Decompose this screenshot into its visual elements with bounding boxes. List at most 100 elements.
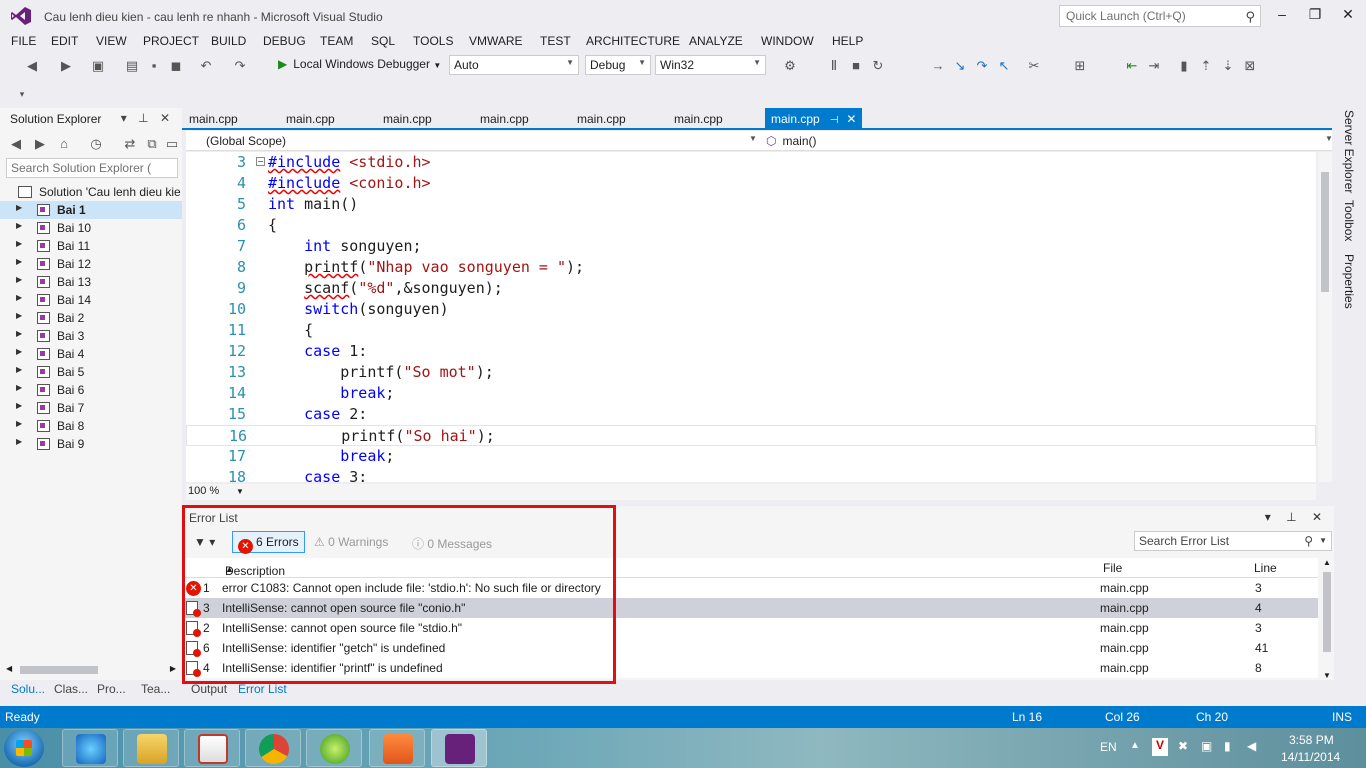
editor-vertical-scrollbar[interactable]	[1318, 152, 1332, 482]
error-search-input[interactable]: Search Error List ⚲ ▼	[1134, 531, 1332, 551]
expand-icon[interactable]: ▶	[16, 383, 22, 392]
solution-horizontal-scrollbar[interactable]: ◀ ▶	[6, 664, 176, 676]
signal-icon[interactable]: ▮	[1224, 739, 1231, 768]
expand-icon[interactable]: ▶	[16, 311, 22, 320]
scrollbar-thumb[interactable]	[1321, 172, 1329, 292]
tab-main-cpp-active[interactable]: main.cpp ⊣ ✕	[765, 108, 863, 129]
stop-icon[interactable]: ■	[848, 58, 864, 74]
save-all-icon[interactable]: ◼	[168, 58, 184, 74]
tree-project-node[interactable]: ▶ Bai 1	[0, 201, 182, 219]
forward-icon[interactable]: ▶	[58, 58, 74, 74]
tree-solution-node[interactable]: Solution 'Cau lenh dieu kie	[0, 183, 182, 201]
uncomment-icon[interactable]: ⇥	[1146, 58, 1162, 74]
menu-build[interactable]: BUILD	[211, 34, 246, 48]
properties-icon[interactable]: ▭	[164, 136, 180, 152]
antivirus-icon[interactable]: V	[1152, 738, 1168, 756]
taskbar-internet-explorer[interactable]	[62, 729, 118, 767]
platform-select[interactable]: Win32 ▼	[655, 55, 766, 75]
expand-icon[interactable]: ▶	[16, 419, 22, 428]
taskbar-visual-studio[interactable]	[431, 729, 487, 767]
step-over-icon[interactable]: ↷	[974, 58, 990, 74]
tab-server-explorer[interactable]: Server Explorer	[1342, 110, 1356, 193]
attach-process-icon[interactable]: ⚙	[782, 58, 798, 74]
show-hidden-icons-icon[interactable]: ▲	[1130, 740, 1140, 768]
tab-output[interactable]: Output	[191, 682, 227, 696]
taskbar-chrome[interactable]	[245, 729, 301, 767]
taskbar-file-explorer[interactable]	[123, 729, 179, 767]
minimize-button[interactable]: –	[1272, 6, 1292, 26]
menu-test[interactable]: TEST	[540, 34, 571, 48]
restore-button[interactable]: ❐	[1305, 6, 1325, 26]
forward-icon[interactable]: ▶	[32, 136, 48, 152]
step-into-icon[interactable]: ↘	[952, 58, 968, 74]
tree-project-node[interactable]: ▶ Bai 14	[0, 291, 182, 309]
language-indicator[interactable]: EN	[1100, 740, 1117, 768]
clock-time[interactable]: 3:58 PM	[1289, 733, 1334, 747]
solution-search-input[interactable]: Search Solution Explorer (	[6, 158, 178, 178]
redo-icon[interactable]: ↷	[232, 58, 248, 74]
menu-tools[interactable]: TOOLS	[413, 34, 453, 48]
toolbar-overflow-icon[interactable]: ▾	[14, 86, 30, 102]
scroll-left-icon[interactable]: ◀	[6, 664, 12, 673]
panel-options-icon[interactable]: ▾ ⊥ ✕	[1265, 510, 1328, 524]
collapse-icon[interactable]: −	[256, 157, 265, 166]
find-in-files-icon[interactable]: ⊞	[1072, 58, 1088, 74]
volume-icon[interactable]: ◀	[1247, 739, 1256, 768]
chevron-down-icon[interactable]: ▼	[749, 134, 757, 143]
menu-window[interactable]: WINDOW	[761, 34, 814, 48]
tree-project-node[interactable]: ▶ Bai 10	[0, 219, 182, 237]
expand-icon[interactable]: ▶	[16, 221, 22, 230]
error-list-scrollbar[interactable]: ▲ ▼	[1320, 558, 1334, 680]
taskbar-app-green[interactable]	[306, 729, 362, 767]
expand-icon[interactable]: ▶	[16, 437, 22, 446]
expand-icon[interactable]: ▶	[16, 257, 22, 266]
menu-debug[interactable]: DEBUG	[263, 34, 306, 48]
menu-vmware[interactable]: VMWARE	[469, 34, 523, 48]
tab-properties[interactable]: Properties	[1342, 254, 1356, 309]
device-icon[interactable]: ▣	[1201, 739, 1212, 768]
tree-project-node[interactable]: ▶ Bai 7	[0, 399, 182, 417]
restart-icon[interactable]: ↻	[870, 58, 886, 74]
pause-icon[interactable]: Ⅱ	[826, 58, 842, 74]
prev-bookmark-icon[interactable]: ⇡	[1198, 58, 1214, 74]
panel-options-icon[interactable]: ▾ ⊥ ✕	[121, 111, 174, 125]
tree-project-node[interactable]: ▶ Bai 4	[0, 345, 182, 363]
tab-team-explorer[interactable]: Tea...	[141, 682, 170, 696]
scope-dropdown[interactable]: (Global Scope)	[206, 134, 286, 148]
tab-main-cpp[interactable]: main.cpp	[286, 112, 335, 126]
tab-main-cpp[interactable]: main.cpp	[189, 112, 238, 126]
expand-icon[interactable]: ▶	[16, 275, 22, 284]
undo-icon[interactable]: ↶	[198, 58, 214, 74]
back-icon[interactable]: ◀	[8, 136, 24, 152]
menu-team[interactable]: TEAM	[320, 34, 353, 48]
scrollbar-thumb[interactable]	[20, 666, 98, 674]
hex-display-icon[interactable]: ✂	[1026, 58, 1042, 74]
close-window-button[interactable]: ✕	[1338, 6, 1358, 26]
chevron-down-icon[interactable]: ▼	[1319, 536, 1327, 545]
open-file-icon[interactable]: ▤	[124, 58, 140, 74]
collapse-all-icon[interactable]: ⧉	[144, 136, 160, 152]
tree-project-node[interactable]: ▶ Bai 12	[0, 255, 182, 273]
back-icon[interactable]: ◀	[24, 58, 40, 74]
taskbar-app[interactable]	[184, 729, 240, 767]
start-debugging-button[interactable]: ▶ Local Windows Debugger ▼	[278, 57, 441, 71]
menu-help[interactable]: HELP	[832, 34, 863, 48]
tab-main-cpp[interactable]: main.cpp	[383, 112, 432, 126]
comment-icon[interactable]: ⇤	[1124, 58, 1140, 74]
clock-date[interactable]: 14/11/2014	[1281, 750, 1340, 764]
quick-launch-input[interactable]: Quick Launch (Ctrl+Q) ⚲	[1059, 5, 1261, 27]
column-file[interactable]: File	[1103, 561, 1122, 575]
tree-project-node[interactable]: ▶ Bai 9	[0, 435, 182, 453]
tree-project-node[interactable]: ▶ Bai 11	[0, 237, 182, 255]
expand-icon[interactable]: ▶	[16, 203, 22, 212]
chevron-down-icon[interactable]: ▼	[236, 487, 244, 496]
member-dropdown[interactable]: ⬡ main()	[766, 134, 817, 148]
network-error-icon[interactable]: ✖	[1178, 739, 1188, 768]
bookmark-icon[interactable]: ▮	[1176, 58, 1192, 74]
column-line[interactable]: Line	[1254, 561, 1277, 575]
expand-icon[interactable]: ▶	[16, 239, 22, 248]
start-button[interactable]	[4, 729, 44, 767]
tab-main-cpp[interactable]: main.cpp	[674, 112, 723, 126]
expand-icon[interactable]: ▶	[16, 401, 22, 410]
tree-project-node[interactable]: ▶ Bai 6	[0, 381, 182, 399]
